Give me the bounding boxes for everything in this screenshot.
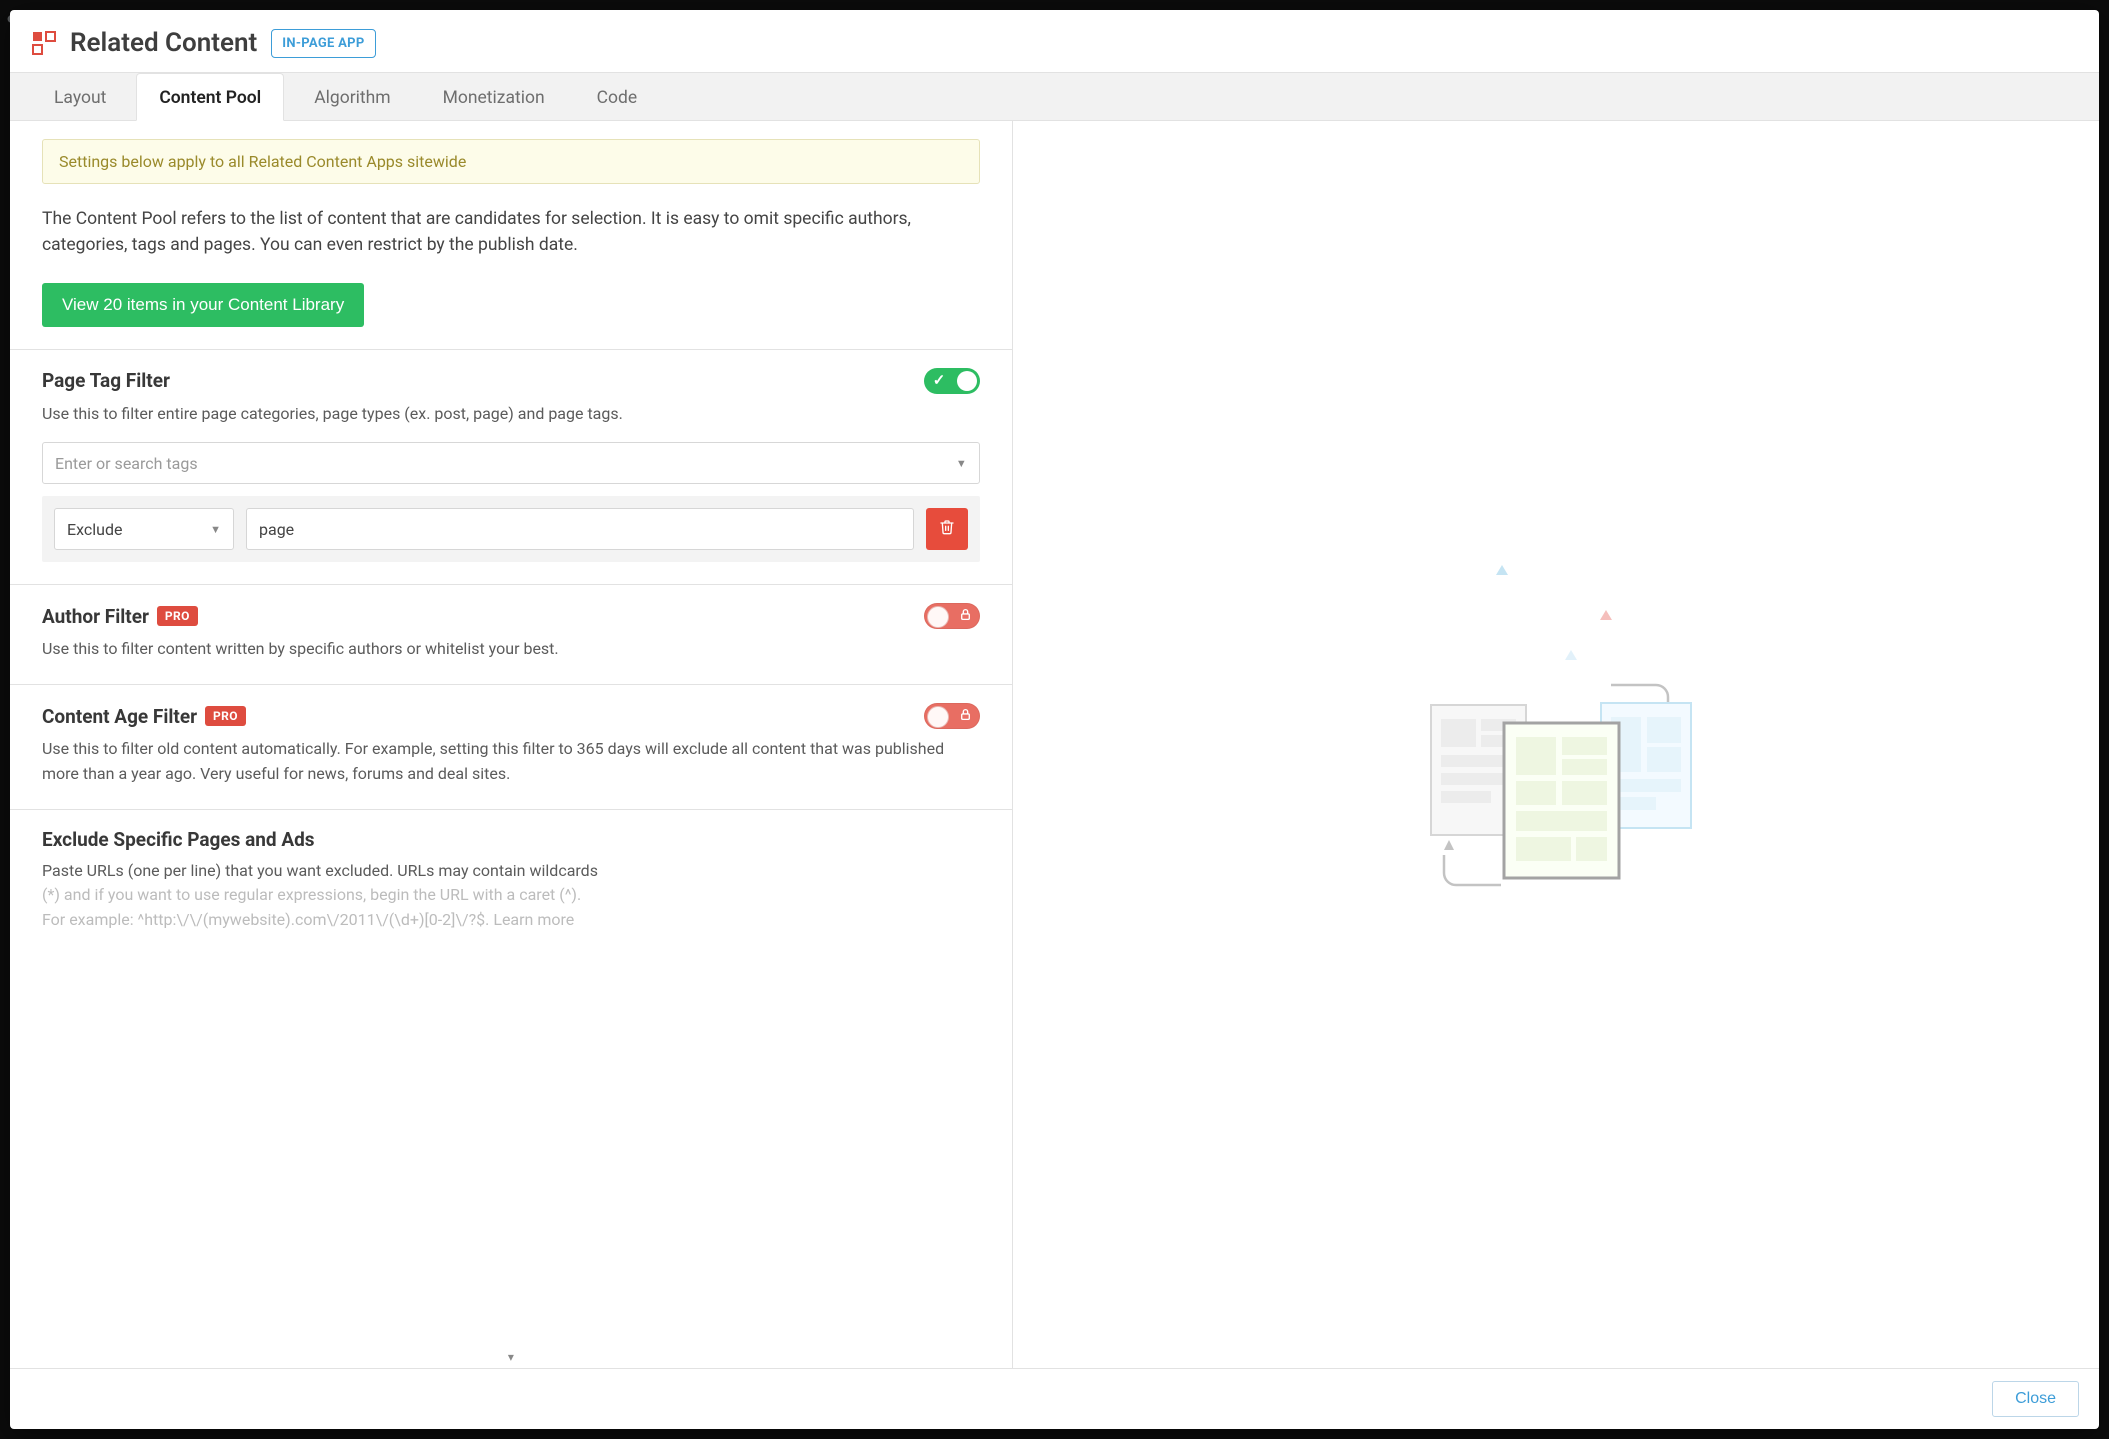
close-button[interactable]: Close [1992, 1381, 2079, 1417]
tab-bar: Layout Content Pool Algorithm Monetizati… [10, 72, 2099, 121]
tab-algorithm[interactable]: Algorithm [292, 74, 412, 120]
page-tag-filter-desc: Use this to filter entire page categorie… [42, 402, 980, 427]
tag-search-input[interactable]: Enter or search tags ▼ [42, 442, 980, 484]
rule-value-text: page [259, 520, 294, 539]
settings-pane: Settings below apply to all Related Cont… [10, 121, 1013, 1368]
content-age-filter-section: Content Age Filter PRO U [10, 685, 1012, 810]
scroll-down-hint-icon: ▾ [508, 1350, 514, 1364]
chevron-down-icon: ▼ [956, 457, 967, 470]
tab-code[interactable]: Code [575, 74, 660, 120]
exclude-pages-title: Exclude Specific Pages and Ads [42, 828, 980, 851]
inpage-app-badge: IN-PAGE APP [271, 29, 375, 58]
content-age-filter-title: Content Age Filter PRO [42, 705, 246, 728]
page-tag-filter-toggle[interactable] [924, 368, 980, 394]
trash-icon [939, 519, 955, 539]
content-age-filter-desc: Use this to filter old content automatic… [42, 737, 980, 787]
modal-body: Settings below apply to all Related Cont… [10, 121, 2099, 1368]
pro-badge: PRO [157, 606, 198, 626]
exclude-pages-section: Exclude Specific Pages and Ads Paste URL… [10, 810, 1012, 955]
lock-icon [959, 608, 972, 625]
modal-footer: Close [10, 1368, 2099, 1429]
rule-mode-value: Exclude [67, 520, 122, 539]
content-pool-description: The Content Pool refers to the list of c… [42, 206, 980, 259]
tab-layout[interactable]: Layout [32, 74, 128, 120]
author-filter-title: Author Filter PRO [42, 605, 198, 628]
tag-search-placeholder: Enter or search tags [55, 454, 198, 473]
chevron-down-icon: ▼ [210, 523, 221, 536]
filter-rule-row: Exclude ▼ page [42, 496, 980, 562]
content-age-filter-title-text: Content Age Filter [42, 705, 197, 728]
sitewide-notice: Settings below apply to all Related Cont… [42, 139, 980, 184]
content-age-filter-toggle[interactable] [924, 703, 980, 729]
author-filter-desc: Use this to filter content written by sp… [42, 637, 980, 662]
modal-header: Related Content IN-PAGE APP [10, 10, 2099, 72]
tab-content-pool[interactable]: Content Pool [136, 73, 284, 121]
exclude-pages-desc-3: For example: ^http:\/\/(mywebsite).com\/… [42, 910, 574, 929]
exclude-pages-desc-1: Paste URLs (one per line) that you want … [42, 861, 598, 880]
author-filter-section: Author Filter PRO Use th [10, 585, 1012, 685]
author-filter-toggle[interactable] [924, 603, 980, 629]
content-pool-illustration-icon [1396, 555, 1716, 935]
lock-icon [959, 708, 972, 725]
exclude-pages-desc: Paste URLs (one per line) that you want … [42, 859, 980, 933]
app-logo-icon [32, 31, 56, 55]
view-library-button[interactable]: View 20 items in your Content Library [42, 283, 364, 327]
intro-section: Settings below apply to all Related Cont… [10, 121, 1012, 350]
rule-value-input[interactable]: page [246, 508, 914, 550]
exclude-pages-desc-2: (*) and if you want to use regular expre… [42, 885, 581, 904]
tab-monetization[interactable]: Monetization [421, 74, 567, 120]
pro-badge: PRO [205, 706, 246, 726]
preview-pane [1013, 121, 2099, 1368]
settings-modal: Related Content IN-PAGE APP Layout Conte… [10, 10, 2099, 1429]
delete-rule-button[interactable] [926, 508, 968, 550]
rule-mode-select[interactable]: Exclude ▼ [54, 508, 234, 550]
author-filter-title-text: Author Filter [42, 605, 149, 628]
page-tag-filter-title: Page Tag Filter [42, 369, 170, 392]
settings-scroll-area[interactable]: Settings below apply to all Related Cont… [10, 121, 1012, 1368]
page-tag-filter-section: Page Tag Filter Use this to filter entir… [10, 350, 1012, 586]
page-title: Related Content [70, 28, 257, 58]
